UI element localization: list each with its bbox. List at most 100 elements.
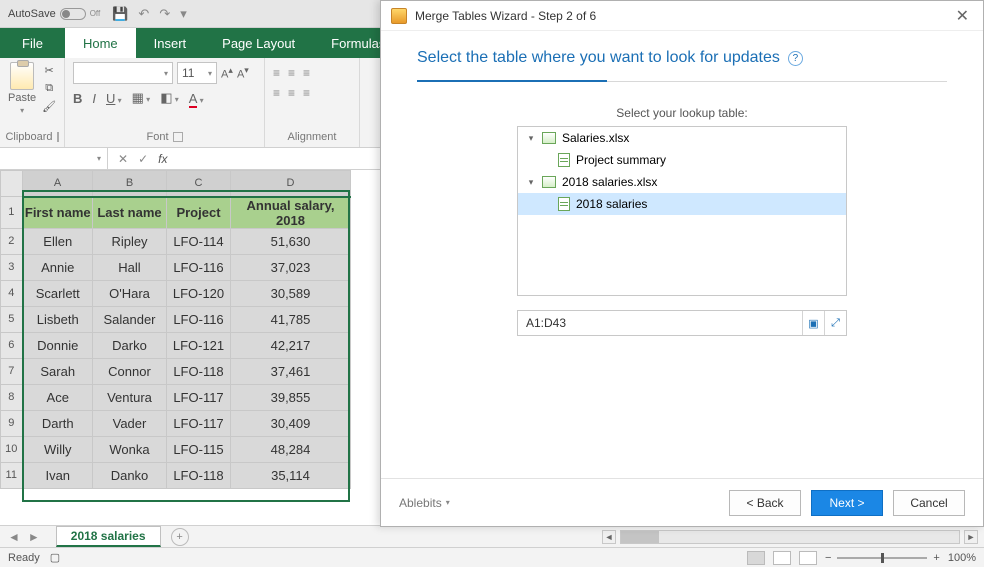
chevron-down-icon[interactable]: ▾ [526,177,536,188]
cell[interactable]: Ellen [23,228,93,254]
cell[interactable]: LFO-121 [167,332,231,358]
zoom-in-icon[interactable]: + [933,552,939,564]
col-header-c[interactable]: C [167,171,231,197]
cell[interactable]: Project [167,197,231,229]
help-icon[interactable]: ? [788,51,803,66]
worksheet-grid[interactable]: A B C D 1 First name Last name Project A… [0,170,380,527]
qat-customize-icon[interactable]: ▾ [180,6,187,22]
view-normal-icon[interactable] [747,551,765,565]
row-header[interactable]: 4 [1,280,23,306]
zoom-out-icon[interactable]: − [825,552,831,564]
cell[interactable]: 51,630 [231,228,351,254]
align-center-icon[interactable]: ≡ [288,86,295,100]
fill-color-button[interactable]: ◧ ▾ [160,90,179,106]
cell[interactable]: 37,023 [231,254,351,280]
align-right-icon[interactable]: ≡ [303,86,310,100]
redo-icon[interactable]: ↷ [159,6,170,22]
cell[interactable]: LFO-118 [167,358,231,384]
cell[interactable]: 35,114 [231,462,351,488]
save-icon[interactable]: 💾 [112,6,128,22]
add-sheet-button[interactable]: + [171,528,189,546]
row-header[interactable]: 5 [1,306,23,332]
cell[interactable]: Connor [93,358,167,384]
cell[interactable]: Scarlett [23,280,93,306]
cell[interactable]: Annual salary, 2018 [231,197,351,229]
cell[interactable]: LFO-115 [167,436,231,462]
expand-selection-icon[interactable]: ⤢ [824,311,846,335]
tab-page-layout[interactable]: Page Layout [204,28,313,58]
cell[interactable]: LFO-120 [167,280,231,306]
align-bottom-icon[interactable]: ≡ [303,66,310,80]
row-header[interactable]: 3 [1,254,23,280]
cell[interactable]: Ripley [93,228,167,254]
cell[interactable]: LFO-117 [167,410,231,436]
name-box[interactable]: ▾ [0,148,108,169]
decrease-font-icon[interactable]: A▾ [237,65,249,81]
macro-record-icon[interactable]: ▢ [50,551,60,564]
cell[interactable]: Last name [93,197,167,229]
sheet-tab-active[interactable]: 2018 salaries [56,526,161,547]
row-header[interactable]: 7 [1,358,23,384]
cell[interactable]: Sarah [23,358,93,384]
font-dialog-launcher-icon[interactable] [173,132,183,142]
cell[interactable]: Vader [93,410,167,436]
cell[interactable]: Darth [23,410,93,436]
cell[interactable]: LFO-118 [167,462,231,488]
font-name-select[interactable]: ▾ [73,62,173,84]
autosave-toggle[interactable]: AutoSave Off [8,8,100,20]
zoom-level[interactable]: 100% [948,552,976,564]
row-header[interactable]: 11 [1,462,23,488]
tab-home[interactable]: Home [65,28,136,58]
font-size-select[interactable]: 11▾ [177,62,217,84]
cell[interactable]: Ace [23,384,93,410]
zoom-slider[interactable]: − + [825,552,940,564]
align-top-icon[interactable]: ≡ [273,66,280,80]
tree-workbook[interactable]: ▾ 2018 salaries.xlsx [518,171,846,193]
cell[interactable]: Donnie [23,332,93,358]
align-left-icon[interactable]: ≡ [273,86,280,100]
view-page-layout-icon[interactable] [773,551,791,565]
wizard-titlebar[interactable]: Merge Tables Wizard - Step 2 of 6 ✕ [381,1,983,31]
cell[interactable]: Lisbeth [23,306,93,332]
scroll-right-icon[interactable]: ► [964,530,978,544]
next-button[interactable]: Next > [811,490,883,516]
row-header[interactable]: 9 [1,410,23,436]
cell[interactable]: 42,217 [231,332,351,358]
tab-insert[interactable]: Insert [136,28,205,58]
cell[interactable]: Ventura [93,384,167,410]
scroll-left-icon[interactable]: ◄ [602,530,616,544]
cell[interactable]: LFO-117 [167,384,231,410]
sheet-nav-prev-icon[interactable]: ◄ [8,530,20,544]
cell[interactable]: Salander [93,306,167,332]
font-color-button[interactable]: A ▾ [189,91,204,106]
cancel-button[interactable]: Cancel [893,490,965,516]
row-header[interactable]: 10 [1,436,23,462]
format-painter-icon[interactable]: 🖌 [40,100,58,112]
cell[interactable]: 41,785 [231,306,351,332]
col-header-d[interactable]: D [231,171,351,197]
clipboard-dialog-launcher-icon[interactable] [57,132,59,142]
cell[interactable]: Annie [23,254,93,280]
col-header-b[interactable]: B [93,171,167,197]
cancel-formula-icon[interactable]: ✕ [118,152,128,166]
sheet-nav-next-icon[interactable]: ► [28,530,40,544]
row-header[interactable]: 6 [1,332,23,358]
cell[interactable]: Danko [93,462,167,488]
cut-icon[interactable]: ✂ [40,64,58,76]
col-header-a[interactable]: A [23,171,93,197]
chevron-down-icon[interactable]: ▾ [526,133,536,144]
row-header[interactable]: 2 [1,228,23,254]
cell[interactable]: LFO-116 [167,254,231,280]
tree-worksheet-selected[interactable]: 2018 salaries [518,193,846,215]
toggle-switch[interactable] [60,8,86,20]
cell[interactable]: 39,855 [231,384,351,410]
italic-button[interactable]: I [92,91,96,106]
cell[interactable]: Darko [93,332,167,358]
cell[interactable]: Hall [93,254,167,280]
range-input[interactable] [518,316,802,330]
underline-button[interactable]: U ▾ [106,91,122,106]
row-header[interactable]: 1 [1,197,23,229]
cell[interactable]: 30,589 [231,280,351,306]
row-header[interactable]: 8 [1,384,23,410]
paste-button[interactable]: Paste ▾ [8,62,36,115]
